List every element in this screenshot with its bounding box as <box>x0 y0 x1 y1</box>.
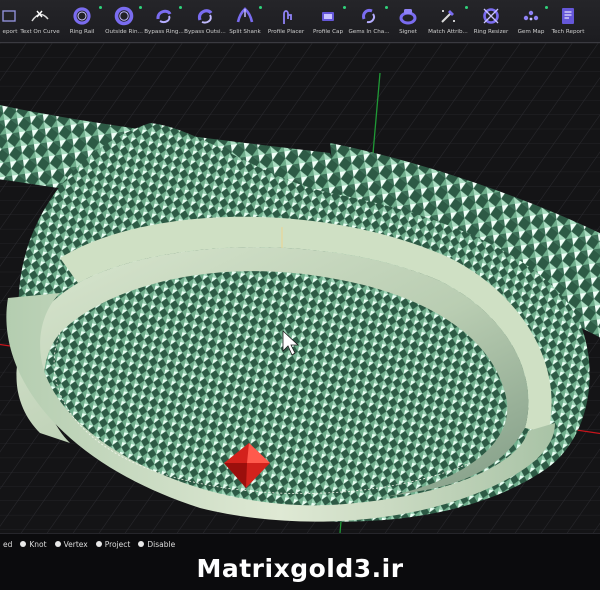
snap-option-end[interactable]: ed <box>0 540 12 549</box>
tool-label: Signet <box>399 29 417 35</box>
tool-bypass-ring[interactable]: Bypass Ring... <box>144 0 184 42</box>
tool-export[interactable]: eport <box>0 0 20 42</box>
outside-ring-icon <box>114 6 134 26</box>
export-icon <box>2 10 16 22</box>
tool-tech-report[interactable]: Tech Report <box>550 0 586 42</box>
snap-checkbox[interactable] <box>95 541 102 547</box>
tool-gem-map[interactable]: Gem Map <box>512 0 550 42</box>
snap-option-disable[interactable]: Disable <box>138 540 175 549</box>
snap-checkbox[interactable] <box>54 541 61 547</box>
tool-label: Tech Report <box>551 29 585 35</box>
plugin-indicator <box>465 6 468 9</box>
tool-label: Ring Resizer <box>473 29 509 35</box>
bypass-ring-icon <box>156 9 172 24</box>
tool-label: Gems In Cha... <box>348 29 390 35</box>
plugin-indicator <box>545 6 548 9</box>
tool-label: Outside Rin... <box>105 29 143 35</box>
tool-gems-in-channel[interactable]: Gems In Cha... <box>348 0 390 42</box>
match-attributes-icon <box>441 10 455 23</box>
tool-bypass-outside[interactable]: Bypass Outsi... <box>184 0 226 42</box>
tool-label: Text On Curve <box>20 29 60 35</box>
snap-label: Knot <box>29 539 47 549</box>
snap-label: Disable <box>147 539 176 549</box>
tool-text-on-curve[interactable]: Text On Curve <box>20 0 60 42</box>
tool-label: Bypass Outsi... <box>184 29 226 35</box>
bypass-outside-icon <box>197 9 213 24</box>
tool-label: eport <box>2 29 18 35</box>
viewport-scene <box>0 43 600 533</box>
snap-label: ed <box>3 539 13 549</box>
tool-ring-rail[interactable]: Ring Rail <box>60 0 104 42</box>
tool-label: Gem Map <box>517 29 545 35</box>
3d-viewport[interactable] <box>0 43 600 533</box>
snap-label: Vertex <box>63 539 88 549</box>
plugin-indicator <box>179 6 182 9</box>
tool-match-attributes[interactable]: Match Attrib... <box>426 0 470 42</box>
plugin-indicator <box>99 6 102 9</box>
object-snap-bar: ed Knot Vertex Project Disable <box>0 533 600 554</box>
tool-split-shank[interactable]: Split Shank <box>226 0 264 42</box>
tool-label: Match Attrib... <box>428 29 468 35</box>
tool-signet[interactable]: Signet <box>390 0 426 42</box>
tool-outside-ring[interactable]: Outside Rin... <box>104 0 144 42</box>
tool-profile-cap[interactable]: Profile Cap <box>308 0 348 42</box>
signet-icon <box>399 9 417 25</box>
split-shank-icon <box>236 7 254 23</box>
gem-map-icon <box>523 10 539 21</box>
snap-checkbox[interactable] <box>138 541 145 547</box>
plugin-indicator <box>139 6 142 9</box>
tool-label: Bypass Ring... <box>144 29 184 35</box>
tool-label: Ring Rail <box>69 29 95 35</box>
snap-option-knot[interactable]: Knot <box>20 539 47 549</box>
tool-label: Split Shank <box>229 29 261 35</box>
watermark: Matrixgold3.ir <box>0 553 600 590</box>
plugin-indicator <box>259 6 262 9</box>
tool-ring-resizer[interactable]: Ring Resizer <box>470 0 512 42</box>
tool-profile-placer[interactable]: Profile Placer <box>264 0 308 42</box>
profile-placer-icon <box>283 10 292 24</box>
watermark-text: Matrixgold3.ir <box>196 554 404 583</box>
snap-checkbox[interactable] <box>20 541 27 547</box>
tool-label: Profile Placer <box>267 29 305 35</box>
tool-label: Profile Cap <box>312 29 344 35</box>
snap-label: Project <box>104 539 131 549</box>
snap-option-project[interactable]: Project <box>95 539 131 549</box>
text-on-curve-icon <box>31 10 49 22</box>
tech-report-icon <box>562 8 574 24</box>
ring-resizer-icon <box>483 8 499 24</box>
gems-in-channel-icon <box>362 9 376 24</box>
profile-cap-icon <box>322 12 334 21</box>
ring-rail-icon <box>73 7 91 25</box>
plugin-indicator <box>385 6 388 9</box>
snap-option-vertex[interactable]: Vertex <box>54 539 88 549</box>
ribbon-toolbar: eport Text On Curve Ring Rail Outside Ri… <box>0 0 600 43</box>
plugin-indicator <box>343 6 346 9</box>
